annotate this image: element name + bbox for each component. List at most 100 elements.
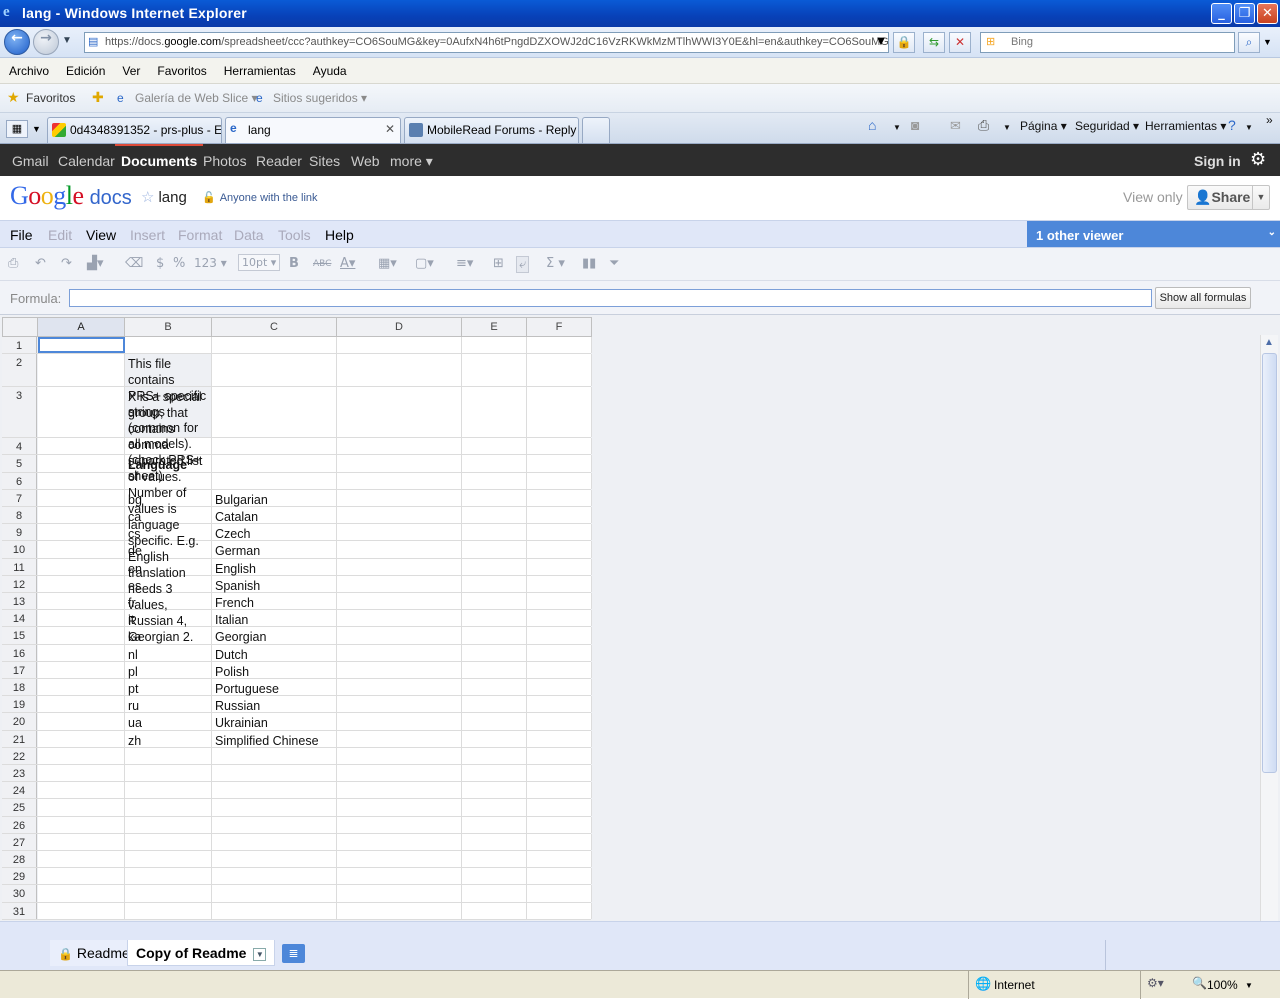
sheet-tab-readme[interactable]: 🔒 Readme: [50, 940, 138, 966]
cell-b1[interactable]: [125, 337, 212, 354]
cell-b21[interactable]: zh: [125, 730, 212, 748]
cell-c30[interactable]: [212, 885, 337, 902]
cell-e2[interactable]: [462, 354, 527, 387]
cell-a10[interactable]: [38, 541, 125, 558]
sign-in-link[interactable]: Sign in: [1194, 153, 1241, 169]
address-input[interactable]: ▤ https://docs.google.com/spreadsheet/cc…: [84, 32, 889, 53]
cell-c13[interactable]: French: [212, 593, 337, 610]
cell-d12[interactable]: [337, 575, 462, 592]
row-header[interactable]: 25: [2, 799, 37, 816]
stop-icon[interactable]: ✕: [949, 32, 971, 53]
cell-a18[interactable]: [38, 679, 125, 696]
cell-c4[interactable]: [212, 438, 337, 455]
cell-d18[interactable]: [337, 679, 462, 696]
cell-c15[interactable]: Georgian: [212, 627, 337, 644]
cell-c10[interactable]: German: [212, 541, 337, 558]
row-header[interactable]: 20: [2, 713, 37, 730]
cell-f21[interactable]: [527, 730, 592, 747]
cell-f7[interactable]: [527, 489, 592, 506]
cell-a5[interactable]: [38, 455, 125, 472]
cell-d11[interactable]: [337, 558, 462, 575]
home-dropdown-icon[interactable]: ▼: [893, 123, 901, 132]
cell-b3[interactable]: X is a special group, that contains comm…: [125, 387, 212, 644]
restore-button[interactable]: ❐: [1234, 3, 1255, 24]
cell-d20[interactable]: [337, 713, 462, 730]
menu-ver[interactable]: Ver: [113, 58, 148, 78]
lock-icon[interactable]: 🔒: [893, 32, 915, 53]
cell-d27[interactable]: [337, 833, 462, 850]
column-header-d[interactable]: D: [337, 317, 462, 337]
cell-a12[interactable]: [38, 575, 125, 592]
cell-b25[interactable]: [125, 799, 212, 816]
cell-f13[interactable]: [527, 593, 592, 610]
cell-d13[interactable]: [337, 593, 462, 610]
row-header[interactable]: 5: [2, 455, 37, 472]
row-header[interactable]: 19: [2, 696, 37, 713]
cell-a22[interactable]: [38, 747, 125, 764]
favorites-button[interactable]: Favoritos: [26, 91, 75, 105]
sheet-tab-menu-icon[interactable]: ▼: [253, 948, 267, 961]
gbar-web[interactable]: Web: [351, 153, 380, 169]
cell-e31[interactable]: [462, 902, 527, 919]
cell-d25[interactable]: [337, 799, 462, 816]
cell-f19[interactable]: [527, 696, 592, 713]
cell-c28[interactable]: [212, 851, 337, 868]
cell-e25[interactable]: [462, 799, 527, 816]
cell-c18[interactable]: Portuguese: [212, 679, 337, 696]
cell-e10[interactable]: [462, 541, 527, 558]
cell-e21[interactable]: [462, 730, 527, 747]
cell-d9[interactable]: [337, 524, 462, 541]
tab-mobileread[interactable]: MobileRead Forums - Reply t...: [404, 117, 579, 143]
cell-f3[interactable]: [527, 387, 592, 438]
gbar-sites[interactable]: Sites: [309, 153, 340, 169]
row-header[interactable]: 6: [2, 472, 37, 489]
cell-d30[interactable]: [337, 885, 462, 902]
cell-f29[interactable]: [527, 868, 592, 885]
cell-c8[interactable]: Catalan: [212, 507, 337, 524]
row-header[interactable]: 16: [2, 644, 37, 661]
back-button[interactable]: ←: [4, 29, 30, 55]
cell-f9[interactable]: [527, 524, 592, 541]
cell-a27[interactable]: [38, 833, 125, 850]
cell-d31[interactable]: [337, 902, 462, 919]
column-header-c[interactable]: C: [212, 317, 337, 337]
cell-f26[interactable]: [527, 816, 592, 833]
cell-c12[interactable]: Spanish: [212, 575, 337, 593]
cell-e5[interactable]: [462, 455, 527, 472]
recent-pages-dropdown-icon[interactable]: ▼: [62, 35, 72, 46]
feeds-icon[interactable]: ◙: [911, 117, 919, 133]
cell-a21[interactable]: [38, 730, 125, 747]
cell-c9[interactable]: Czech: [212, 524, 337, 541]
cell-b2[interactable]: This file contains PRS+ specific strings…: [125, 354, 212, 483]
cell-d21[interactable]: [337, 730, 462, 747]
cell-b30[interactable]: [125, 885, 212, 902]
close-tab-icon[interactable]: ✕: [385, 122, 395, 136]
cell-f1[interactable]: [527, 337, 592, 354]
sheet-list-icon[interactable]: ≣: [282, 944, 305, 963]
row-header[interactable]: 1: [2, 337, 37, 354]
print-icon[interactable]: ⎙: [978, 117, 989, 134]
quick-tabs-icon[interactable]: ▦: [6, 120, 28, 138]
cell-d24[interactable]: [337, 782, 462, 799]
row-header[interactable]: 7: [2, 489, 37, 506]
cell-c3[interactable]: [212, 387, 337, 438]
cell-b28[interactable]: [125, 851, 212, 868]
print-dropdown-icon[interactable]: ▼: [1003, 123, 1011, 132]
gbar-reader[interactable]: Reader: [256, 153, 302, 169]
cell-f23[interactable]: [527, 765, 592, 782]
cell-b29[interactable]: [125, 868, 212, 885]
more-commands-icon[interactable]: »: [1266, 113, 1273, 127]
row-header[interactable]: 24: [2, 782, 37, 799]
cell-a3[interactable]: [38, 387, 125, 438]
cell-a6[interactable]: [38, 472, 125, 489]
row-header[interactable]: 17: [2, 661, 37, 678]
cell-c27[interactable]: [212, 833, 337, 850]
add-favorite-icon[interactable]: ✚: [92, 89, 104, 106]
sharing-status[interactable]: 🔓 Anyone with the link: [202, 191, 318, 204]
cell-e11[interactable]: [462, 558, 527, 575]
cell-d15[interactable]: [337, 627, 462, 644]
cell-d4[interactable]: [337, 438, 462, 455]
column-header-e[interactable]: E: [462, 317, 527, 337]
row-header[interactable]: 12: [2, 575, 37, 592]
cell-a1[interactable]: [38, 337, 125, 354]
